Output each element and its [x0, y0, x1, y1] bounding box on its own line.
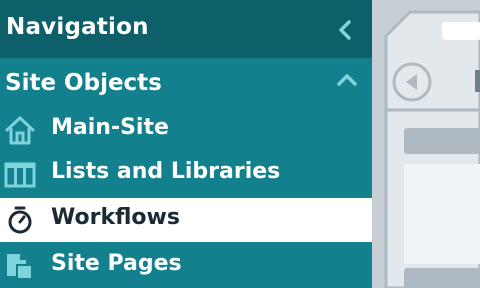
sidebar-item-label: Site Pages: [51, 251, 182, 276]
sidebar-item-label: Main-Site: [51, 115, 169, 140]
navigation-header: Navigation: [0, 0, 372, 58]
sidebar-item-workflows[interactable]: Workflows: [0, 198, 372, 242]
home-icon: [4, 114, 36, 146]
chevron-left-icon[interactable]: [336, 18, 356, 42]
columns-icon: [4, 158, 36, 190]
site-objects-title: Site Objects: [5, 70, 162, 96]
device-illustration: [372, 0, 480, 288]
stopwatch-icon: [4, 204, 36, 236]
sidebar-item-label: Lists and Libraries: [51, 159, 281, 184]
app-window: Navigation Site Objects Main-Site Lists …: [0, 0, 480, 288]
pages-icon: [4, 250, 36, 282]
chevron-up-icon[interactable]: [336, 70, 358, 90]
sidebar: Navigation Site Objects Main-Site Lists …: [0, 0, 372, 288]
sidebar-item-site-pages[interactable]: Site Pages: [0, 244, 372, 288]
navigation-title: Navigation: [6, 14, 149, 40]
site-objects-header[interactable]: Site Objects: [0, 58, 372, 108]
sidebar-item-main-site[interactable]: Main-Site: [0, 108, 372, 152]
preview-pane: [372, 0, 480, 288]
sidebar-item-label: Workflows: [51, 205, 180, 230]
sidebar-item-lists-and-libraries[interactable]: Lists and Libraries: [0, 152, 372, 196]
